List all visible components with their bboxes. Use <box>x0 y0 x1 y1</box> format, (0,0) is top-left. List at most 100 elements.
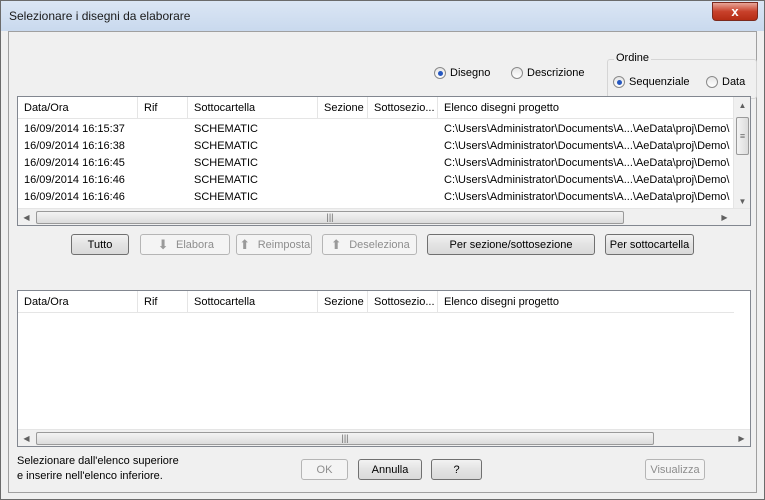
column-header-elenco[interactable]: Elenco disegni progetto <box>438 97 738 119</box>
deseleziona-button[interactable]: ⬆ Deseleziona <box>322 234 417 255</box>
ordine-group-label: Ordine <box>614 52 652 64</box>
ok-button[interactable]: OK <box>301 459 348 480</box>
cell-data-ora: 16/09/2014 16:16:38 <box>24 140 125 152</box>
upper-list-rows: 16/09/2014 16:15:37 SCHEMATIC C:\Users\Adm… <box>18 121 734 206</box>
cell-sottocartella: SCHEMATIC <box>194 140 258 152</box>
scroll-left-arrow[interactable]: ◀ <box>18 430 35 446</box>
scroll-right-arrow[interactable]: ▶ <box>733 430 750 446</box>
cell-sottosezione <box>368 155 438 172</box>
tutto-button[interactable]: Tutto <box>71 234 129 255</box>
cell-sottocartella: SCHEMATIC <box>194 191 258 203</box>
close-button[interactable]: x <box>712 2 758 21</box>
radio-data-indicator <box>706 76 718 88</box>
scroll-left-arrow[interactable]: ◀ <box>18 209 35 225</box>
arrow-up-icon: ⬆ <box>330 236 342 252</box>
per-sottocartella-button-label: Per sottocartella <box>609 238 690 251</box>
table-row[interactable]: 16/09/2014 16:16:46 SCHEMATIC C:\Users\Adm… <box>18 189 734 206</box>
horizontal-scroll-thumb[interactable]: ||| <box>36 432 654 445</box>
annulla-button-label: Annulla <box>371 463 409 476</box>
dialog-window: Selezionare i disegni da elaborare x Dis… <box>0 0 765 500</box>
tutto-button-label: Tutto <box>87 238 113 251</box>
cell-sottosezione <box>368 189 438 206</box>
cell-data-ora: 16/09/2014 16:15:37 <box>24 123 125 135</box>
column-header-elenco[interactable]: Elenco disegni progetto <box>438 291 738 313</box>
upper-vertical-scrollbar[interactable]: ▲ ≡ ▼ <box>733 97 750 210</box>
cell-elenco: C:\Users\Administrator\Documents\A...\Ae… <box>444 157 730 169</box>
cell-elenco: C:\Users\Administrator\Documents\A...\Ae… <box>444 191 730 203</box>
cell-data-ora: 16/09/2014 16:16:46 <box>24 174 125 186</box>
instructions-line-2: e inserire nell'elenco inferiore. <box>17 470 163 482</box>
radio-data[interactable]: Data <box>706 76 745 88</box>
visualizza-button[interactable]: Visualizza <box>645 459 705 480</box>
cell-sezione <box>318 121 368 138</box>
column-header-data-ora[interactable]: Data/Ora <box>18 291 138 313</box>
lower-drawing-list[interactable]: Data/Ora Rif Sottocartella Sezione Sotto… <box>17 290 751 447</box>
instructions-line-1: Selezionare dall'elenco superiore <box>17 455 179 467</box>
dialog-client-area: Disegno Descrizione Ordine Sequenziale D… <box>8 31 757 493</box>
table-row[interactable]: 16/09/2014 16:16:46 SCHEMATIC C:\Users\Adm… <box>18 172 734 189</box>
ok-button-label: OK <box>316 463 333 476</box>
reimposta-button-label: Reimposta <box>257 238 311 251</box>
radio-sequenziale-label: Sequenziale <box>629 76 690 88</box>
upper-horizontal-scrollbar[interactable]: ◀ ||| ▶ <box>18 208 750 225</box>
cell-elenco: C:\Users\Administrator\Documents\A...\Ae… <box>444 140 730 152</box>
cell-sezione <box>318 189 368 206</box>
horizontal-scroll-thumb[interactable]: ||| <box>36 211 624 224</box>
column-header-sezione[interactable]: Sezione <box>318 97 368 119</box>
reimposta-button[interactable]: ⬆ Reimposta <box>236 234 312 255</box>
lower-horizontal-scrollbar[interactable]: ◀ ||| ▶ <box>18 429 750 446</box>
table-row[interactable]: 16/09/2014 16:16:45 SCHEMATIC C:\Users\Adm… <box>18 155 734 172</box>
radio-disegno-indicator <box>434 67 446 79</box>
cell-data-ora: 16/09/2014 16:16:45 <box>24 157 125 169</box>
help-button-label: ? <box>453 463 460 476</box>
vertical-scroll-thumb[interactable]: ≡ <box>736 117 749 155</box>
column-header-sottocartella[interactable]: Sottocartella <box>188 291 318 313</box>
column-header-sottosezione[interactable]: Sottosezio... <box>368 291 438 313</box>
column-header-sottosezione[interactable]: Sottosezio... <box>368 97 438 119</box>
radio-descrizione-indicator <box>511 67 523 79</box>
elabora-button[interactable]: ⬇ Elabora <box>140 234 230 255</box>
cell-elenco: C:\Users\Administrator\Documents\A...\Ae… <box>444 123 730 135</box>
window-title: Selezionare i disegni da elaborare <box>9 9 191 23</box>
per-sottocartella-button[interactable]: Per sottocartella <box>605 234 694 255</box>
radio-disegno-label: Disegno <box>450 67 491 79</box>
cell-elenco: C:\Users\Administrator\Documents\A...\Ae… <box>444 174 730 186</box>
cell-sottosezione <box>368 138 438 155</box>
radio-sequenziale-indicator <box>613 76 625 88</box>
elabora-button-label: Elabora <box>176 238 214 251</box>
table-row[interactable]: 16/09/2014 16:16:38 SCHEMATIC C:\Users\Adm… <box>18 138 734 155</box>
per-sezione-sottosezione-button[interactable]: Per sezione/sottosezione <box>427 234 595 255</box>
cell-rif <box>138 121 188 138</box>
cell-sezione <box>318 155 368 172</box>
title-bar[interactable]: Selezionare i disegni da elaborare x <box>1 1 764 31</box>
visualizza-button-label: Visualizza <box>650 463 700 476</box>
column-header-sottocartella[interactable]: Sottocartella <box>188 97 318 119</box>
cell-data-ora: 16/09/2014 16:16:46 <box>24 191 125 203</box>
radio-descrizione[interactable]: Descrizione <box>511 67 584 79</box>
cell-sottocartella: SCHEMATIC <box>194 174 258 186</box>
lower-list-header: Data/Ora Rif Sottocartella Sezione Sotto… <box>18 291 734 313</box>
cell-rif <box>138 155 188 172</box>
scroll-up-arrow[interactable]: ▲ <box>734 97 750 114</box>
radio-descrizione-label: Descrizione <box>527 67 585 79</box>
upper-list-header: Data/Ora Rif Sottocartella Sezione Sotto… <box>18 97 734 119</box>
radio-sequenziale[interactable]: Sequenziale <box>613 76 690 88</box>
scroll-right-arrow[interactable]: ▶ <box>716 209 733 225</box>
cell-rif <box>138 138 188 155</box>
column-header-sezione[interactable]: Sezione <box>318 291 368 313</box>
radio-disegno[interactable]: Disegno <box>434 67 490 79</box>
cell-sottosezione <box>368 172 438 189</box>
table-row[interactable]: 16/09/2014 16:15:37 SCHEMATIC C:\Users\Adm… <box>18 121 734 138</box>
column-header-rif[interactable]: Rif <box>138 97 188 119</box>
help-button[interactable]: ? <box>431 459 482 480</box>
arrow-up-icon: ⬆ <box>239 236 251 252</box>
upper-drawing-list[interactable]: Data/Ora Rif Sottocartella Sezione Sotto… <box>17 96 751 226</box>
radio-data-label: Data <box>722 76 746 88</box>
per-sezione-button-label: Per sezione/sottosezione <box>449 238 573 251</box>
cell-sottocartella: SCHEMATIC <box>194 157 258 169</box>
column-header-data-ora[interactable]: Data/Ora <box>18 97 138 119</box>
instructions-text: Selezionare dall'elenco superiore e inse… <box>17 454 179 484</box>
cell-sottosezione <box>368 121 438 138</box>
column-header-rif[interactable]: Rif <box>138 291 188 313</box>
annulla-button[interactable]: Annulla <box>358 459 422 480</box>
